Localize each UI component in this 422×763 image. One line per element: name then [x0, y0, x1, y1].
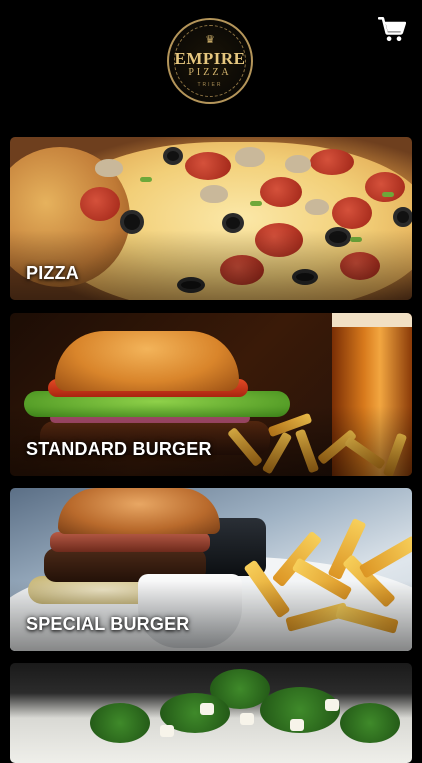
cart-icon	[377, 17, 407, 42]
olive	[393, 207, 412, 227]
category-label: STANDARD BURGER	[26, 439, 212, 459]
category-card-salad[interactable]	[10, 663, 412, 763]
pepperoni	[185, 152, 231, 180]
olive	[163, 147, 183, 165]
feta-cube	[240, 713, 254, 725]
salad-image	[10, 663, 412, 763]
logo-name: EMPIRE	[174, 49, 246, 68]
salad-leaf	[90, 703, 150, 743]
empire-pizza-logo: ♛ EMPIRE PIZZA TRIER	[167, 18, 253, 104]
mushroom	[285, 155, 311, 173]
pepperoni	[332, 197, 372, 229]
category-card-pizza[interactable]: PIZZA	[10, 137, 412, 300]
feta-cube	[290, 719, 304, 731]
green-pepper	[250, 201, 262, 206]
fry	[358, 535, 412, 579]
pepperoni	[310, 149, 354, 175]
feta-cube	[200, 703, 214, 715]
mushroom	[235, 147, 265, 167]
logo-place: TRIER	[197, 82, 223, 88]
bun-top	[58, 488, 220, 534]
green-pepper	[382, 192, 394, 197]
beer-foam	[332, 313, 412, 327]
feta-cube	[160, 725, 174, 737]
green-pepper	[140, 177, 152, 182]
feta-cube	[325, 699, 339, 711]
bacon	[50, 532, 210, 552]
mushroom	[305, 199, 329, 215]
logo-subtitle: PIZZA	[188, 67, 232, 78]
cart-button[interactable]	[377, 16, 407, 44]
category-card-standard-burger[interactable]: STANDARD BURGER	[10, 313, 412, 476]
salad-leaf	[340, 703, 400, 743]
mushroom	[200, 185, 228, 203]
category-label: PIZZA	[26, 263, 79, 283]
pepperoni	[365, 172, 405, 202]
crown-icon: ♛	[205, 34, 215, 46]
category-label: SPECIAL BURGER	[26, 614, 190, 634]
app-header: ♛ EMPIRE PIZZA TRIER	[0, 0, 422, 127]
pepperoni	[80, 187, 120, 221]
bun-top	[55, 331, 239, 391]
pepperoni	[260, 177, 302, 207]
mushroom	[95, 159, 123, 177]
category-card-special-burger[interactable]: SPECIAL BURGER	[10, 488, 412, 651]
